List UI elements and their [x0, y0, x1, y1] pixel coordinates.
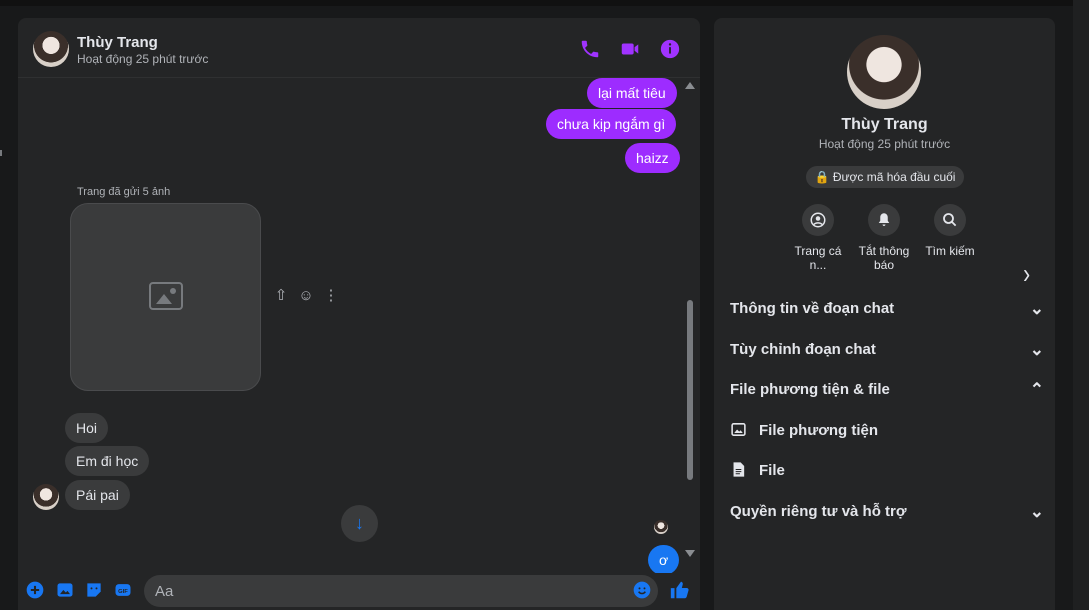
plus-icon[interactable]	[25, 580, 45, 600]
file-item[interactable]: File	[730, 457, 1030, 485]
chat-contact-name[interactable]: Thùy Trang	[77, 34, 158, 51]
gif-icon[interactable]: GIF	[113, 580, 133, 600]
photo-sent-note: Trang đã gửi 5 ảnh	[77, 186, 171, 198]
scroll-up-arrow[interactable]	[685, 82, 695, 89]
photo-placeholder[interactable]	[70, 203, 261, 391]
window-right-gutter	[1073, 0, 1089, 610]
search-icon	[934, 204, 966, 236]
mute-button[interactable]: Tắt thông báo	[853, 204, 915, 272]
outgoing-message[interactable]: chưa kịp ngắm gì	[546, 109, 677, 139]
message-composer: GIF Aa	[18, 573, 700, 610]
section-customize-chat[interactable]: Tùy chỉnh đoạn chat ⌄	[730, 335, 1044, 363]
profile-label: Trang cá n...	[794, 244, 842, 272]
section-label: Tùy chỉnh đoạn chat	[730, 341, 876, 358]
bell-icon	[868, 204, 900, 236]
chevron-down-icon[interactable]: ⌄	[1030, 502, 1044, 522]
share-icon[interactable]: ⇧	[273, 288, 289, 304]
react-icon[interactable]: ☺	[298, 288, 314, 304]
scroll-down-arrow[interactable]	[685, 550, 695, 557]
seen-avatar	[654, 520, 668, 534]
message-placeholder: Aa	[155, 583, 174, 600]
contact-avatar[interactable]	[33, 31, 69, 67]
svg-text:GIF: GIF	[118, 589, 128, 595]
profile-status: Hoạt động 25 phút trước	[818, 137, 951, 151]
search-button[interactable]: Tìm kiếm	[919, 204, 981, 258]
sticker-icon[interactable]	[84, 580, 104, 600]
mute-label: Tắt thông báo	[858, 244, 910, 272]
chat-panel: Thùy Trang Hoạt động 25 phút trước lại m…	[18, 18, 700, 610]
chat-header: Thùy Trang Hoạt động 25 phút trước	[18, 18, 700, 78]
conversation-info-panel: Thùy Trang Hoạt động 25 phút trước 🔒 Đượ…	[714, 18, 1055, 610]
scroll-thumb[interactable]	[687, 300, 693, 480]
section-label: Thông tin về đoạn chat	[730, 300, 895, 317]
incoming-message[interactable]: Pái pai	[65, 480, 130, 510]
message-scrollbar[interactable]	[685, 82, 695, 562]
message-list[interactable]: lại mất tiêu chưa kịp ngắm gì haizz Tran…	[18, 78, 700, 573]
like-icon[interactable]	[669, 579, 691, 601]
profile-icon	[802, 204, 834, 236]
incoming-message[interactable]: Hoi	[65, 413, 109, 443]
video-call-icon[interactable]	[619, 38, 641, 60]
outgoing-message[interactable]: haizz	[625, 143, 680, 173]
section-privacy-support[interactable]: Quyền riêng tư và hỗ trợ ⌄	[730, 497, 1044, 525]
info-icon[interactable]	[659, 38, 681, 60]
section-media-files[interactable]: File phương tiện & file ⌃	[730, 375, 1044, 403]
profile-avatar[interactable]	[847, 35, 921, 109]
profile-name[interactable]: Thùy Trang	[714, 116, 1055, 134]
media-label: File phương tiện	[759, 422, 879, 439]
chevron-right-icon[interactable]: ›	[1023, 258, 1030, 290]
window-edge-mark	[0, 150, 2, 156]
outgoing-message[interactable]: ơ	[648, 545, 680, 573]
chevron-down-icon[interactable]: ⌄	[1030, 299, 1044, 319]
sender-avatar[interactable]	[33, 484, 59, 510]
media-icon	[731, 423, 746, 436]
chevron-up-icon[interactable]: ⌃	[1030, 380, 1044, 400]
file-label: File	[759, 462, 785, 479]
chat-contact-status: Hoạt động 25 phút trước	[77, 52, 209, 66]
section-label: File phương tiện & file	[730, 381, 890, 398]
media-item[interactable]: File phương tiện	[730, 417, 1030, 445]
chevron-down-icon[interactable]: ⌄	[1030, 340, 1044, 360]
scroll-to-bottom-button[interactable]: ↓	[341, 505, 378, 542]
encryption-badge[interactable]: 🔒 Được mã hóa đầu cuối	[806, 166, 964, 188]
section-chat-info[interactable]: Thông tin về đoạn chat ⌄	[730, 294, 1044, 322]
message-input[interactable]: Aa	[144, 575, 658, 607]
top-window-border	[0, 0, 1089, 6]
emoji-icon[interactable]	[632, 580, 652, 600]
outgoing-message[interactable]: lại mất tiêu	[587, 78, 677, 108]
image-placeholder-icon	[149, 282, 183, 310]
photo-icon[interactable]	[55, 580, 75, 600]
search-label: Tìm kiếm	[925, 244, 975, 258]
incoming-message[interactable]: Em đi học	[65, 446, 150, 476]
file-icon	[733, 462, 745, 477]
profile-button[interactable]: Trang cá n...	[787, 204, 849, 272]
section-label: Quyền riêng tư và hỗ trợ	[730, 503, 907, 520]
more-icon[interactable]: ⋮	[323, 288, 339, 304]
phone-icon[interactable]	[579, 38, 601, 60]
